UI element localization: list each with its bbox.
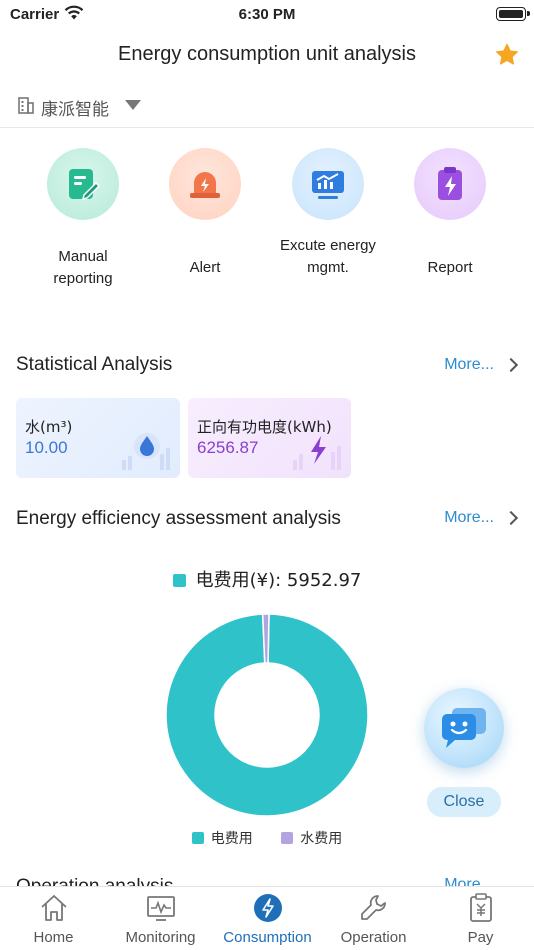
tab-pay[interactable]: Pay <box>427 887 534 950</box>
operation-analysis-header: Operation analysis More... <box>0 872 534 886</box>
building-icon <box>18 97 34 114</box>
status-bar: Carrier 6:30 PM <box>0 0 534 30</box>
quick-action-manual-reporting[interactable]: Manual reporting <box>28 148 138 287</box>
siren-icon <box>190 172 220 198</box>
water-drop-icon <box>122 433 170 470</box>
tab-home[interactable]: Home <box>0 887 107 950</box>
efficiency-more-link[interactable]: More... <box>444 509 494 527</box>
org-selector[interactable]: 康派智能 <box>0 86 534 128</box>
lightning-circle-icon <box>253 894 282 922</box>
tab-consumption[interactable]: Consumption <box>214 887 321 950</box>
water-stat-value: 10.00 <box>25 438 68 457</box>
electricity-stat-value: 6256.87 <box>197 438 259 457</box>
close-button[interactable]: Close <box>427 787 501 817</box>
tab-monitoring[interactable]: Monitoring <box>107 887 214 950</box>
chart-monitor-icon <box>312 171 344 199</box>
tab-label: Monitoring <box>125 929 196 946</box>
clipboard-bolt-icon <box>438 167 462 200</box>
org-name: 康派智能 <box>41 100 109 120</box>
star-icon[interactable] <box>494 42 520 68</box>
battery-icon <box>496 7 530 21</box>
efficiency-title: Energy efficiency assessment analysis <box>16 508 341 529</box>
chat-icon <box>442 708 486 748</box>
statistical-analysis-title: Statistical Analysis <box>16 354 173 375</box>
page-title: Energy consumption unit analysis <box>118 43 416 65</box>
tab-label: Pay <box>467 929 494 946</box>
monitor-icon <box>146 896 175 921</box>
chat-assistant-button[interactable] <box>424 688 504 768</box>
clock: 6:30 PM <box>238 6 296 23</box>
quick-action-report[interactable]: Report <box>395 148 505 276</box>
manual-reporting-label: Manual reporting <box>53 248 113 287</box>
legend-item-electricity[interactable]: 电费用 <box>191 828 253 848</box>
headline-text: 电费用(¥): 5952.97 <box>195 570 362 591</box>
home-icon <box>40 895 67 921</box>
chart-headline: 电费用(¥): 5952.97 <box>0 566 534 592</box>
wrench-icon <box>360 895 386 920</box>
legend-item-water[interactable]: 水费用 <box>281 828 342 848</box>
excute-energy-label: Excute energy mgmt. <box>280 237 376 276</box>
legend-swatch <box>172 574 186 587</box>
operation-analysis-title: Operation analysis <box>16 876 173 886</box>
legend-label: 电费用 <box>210 831 253 847</box>
lightning-icon <box>293 436 341 470</box>
chart-legend: 电费用 水费用 <box>0 828 534 848</box>
donut-chart <box>165 613 369 817</box>
quick-action-excute-energy-mgmt[interactable]: Excute energy mgmt. <box>273 148 383 276</box>
tab-label: Home <box>33 929 74 946</box>
tab-label: Operation <box>340 929 407 946</box>
electricity-stat-card[interactable]: 正向有功电度(kWh) 6256.87 <box>188 398 351 478</box>
chevron-down-icon <box>125 100 141 110</box>
tab-operation[interactable]: Operation <box>320 887 427 950</box>
edit-icon <box>69 169 101 201</box>
nav-bar: Energy consumption unit analysis <box>0 30 534 80</box>
water-stat-label: 水(m³) <box>25 418 73 436</box>
water-stat-card[interactable]: 水(m³) 10.00 <box>16 398 180 478</box>
chevron-right-icon[interactable] <box>503 357 519 373</box>
statistical-more-link[interactable]: More... <box>444 356 494 374</box>
tab-bar: Home Monitoring Consumption Operation Pa… <box>0 886 534 950</box>
bill-icon <box>469 893 492 922</box>
alert-label: Alert <box>189 259 221 276</box>
chevron-right-icon[interactable] <box>503 510 519 526</box>
quick-action-alert[interactable]: Alert <box>150 148 260 276</box>
report-label: Report <box>427 259 473 276</box>
operation-more-link[interactable]: More... <box>444 876 494 886</box>
tab-label: Consumption <box>223 929 312 946</box>
legend-label: 水费用 <box>300 831 343 847</box>
